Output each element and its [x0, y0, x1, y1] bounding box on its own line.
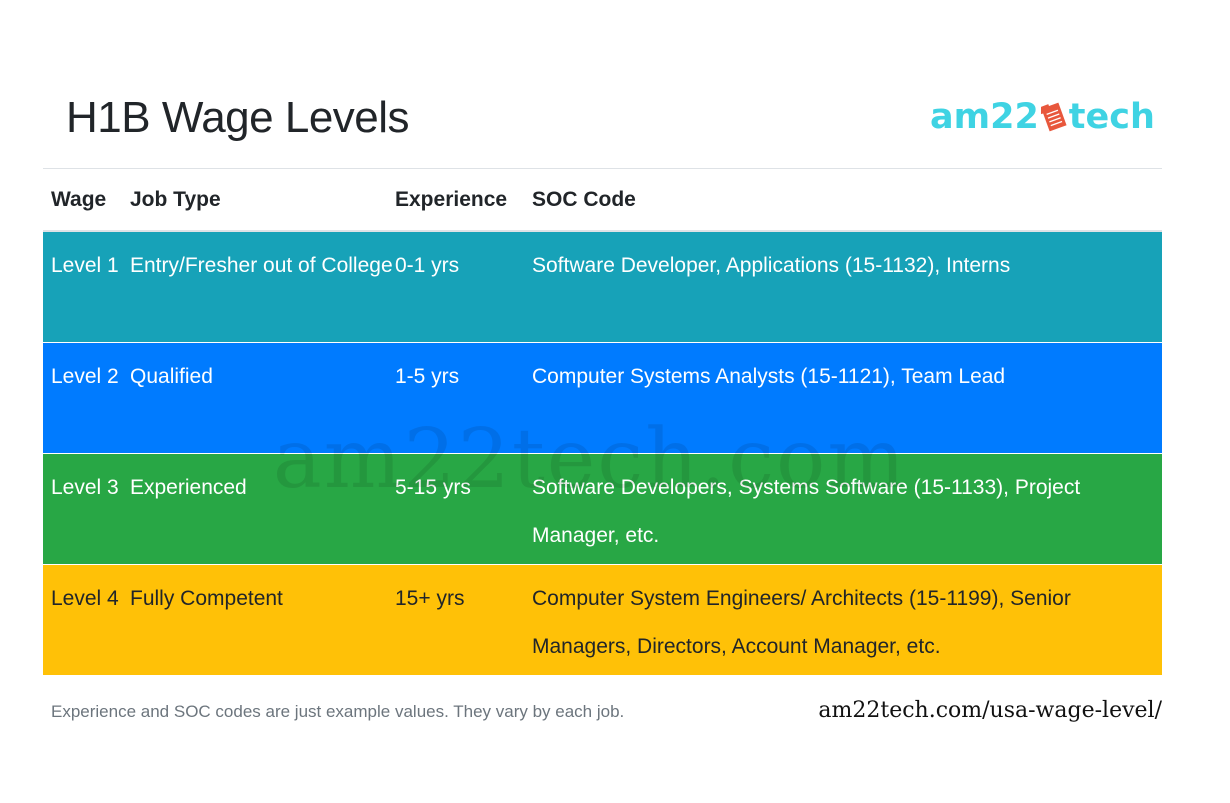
table-header-row: Wage Job Type Experience SOC Code	[43, 169, 1162, 232]
experience-cell: 0-1 yrs	[395, 254, 460, 277]
soc-code-cell: Software Developers, Systems Software (1…	[532, 476, 1081, 547]
logo-text-left: am22	[930, 97, 1039, 137]
table-row: Level 2 Qualified 1-5 yrs Computer Syste…	[43, 343, 1162, 454]
wage-cell: Level 2	[51, 365, 119, 388]
soc-code-cell: Computer Systems Analysts (15-1121), Tea…	[532, 365, 1006, 388]
header-wage: Wage	[51, 187, 107, 211]
brand-logo: am22 tech	[930, 95, 1155, 139]
wage-cell: Level 1	[51, 254, 119, 277]
wage-cell: Level 3	[51, 476, 119, 499]
soc-code-cell: Software Developer, Applications (15-113…	[532, 254, 1011, 277]
experience-cell: 1-5 yrs	[395, 365, 460, 388]
table-row: Level 4 Fully Competent 15+ yrs Computer…	[43, 565, 1162, 676]
table-row: Level 3 Experienced 5-15 yrs Software De…	[43, 454, 1162, 565]
wage-levels-table: Wage Job Type Experience SOC Code Level …	[43, 169, 1162, 676]
job-type-cell: Fully Competent	[130, 587, 283, 610]
page-title: H1B Wage Levels	[66, 93, 410, 142]
header-experience: Experience	[395, 187, 508, 211]
soc-code-cell: Computer System Engineers/ Architects (1…	[532, 587, 1071, 658]
experience-cell: 5-15 yrs	[395, 476, 471, 499]
table-row: Level 1 Entry/Fresher out of College 0-1…	[43, 232, 1162, 343]
job-type-cell: Entry/Fresher out of College	[130, 254, 393, 277]
footnote: Experience and SOC codes are just exampl…	[51, 702, 625, 721]
header-soc-code: SOC Code	[532, 187, 636, 211]
wage-cell: Level 4	[51, 587, 119, 610]
logo-text-right: tech	[1068, 97, 1155, 137]
job-type-cell: Experienced	[130, 476, 247, 499]
experience-cell: 15+ yrs	[395, 587, 465, 610]
document-icon	[1038, 100, 1067, 134]
source-url: am22tech.com/usa-wage-level/	[818, 698, 1162, 723]
job-type-cell: Qualified	[130, 365, 213, 388]
header-job-type: Job Type	[130, 187, 221, 211]
